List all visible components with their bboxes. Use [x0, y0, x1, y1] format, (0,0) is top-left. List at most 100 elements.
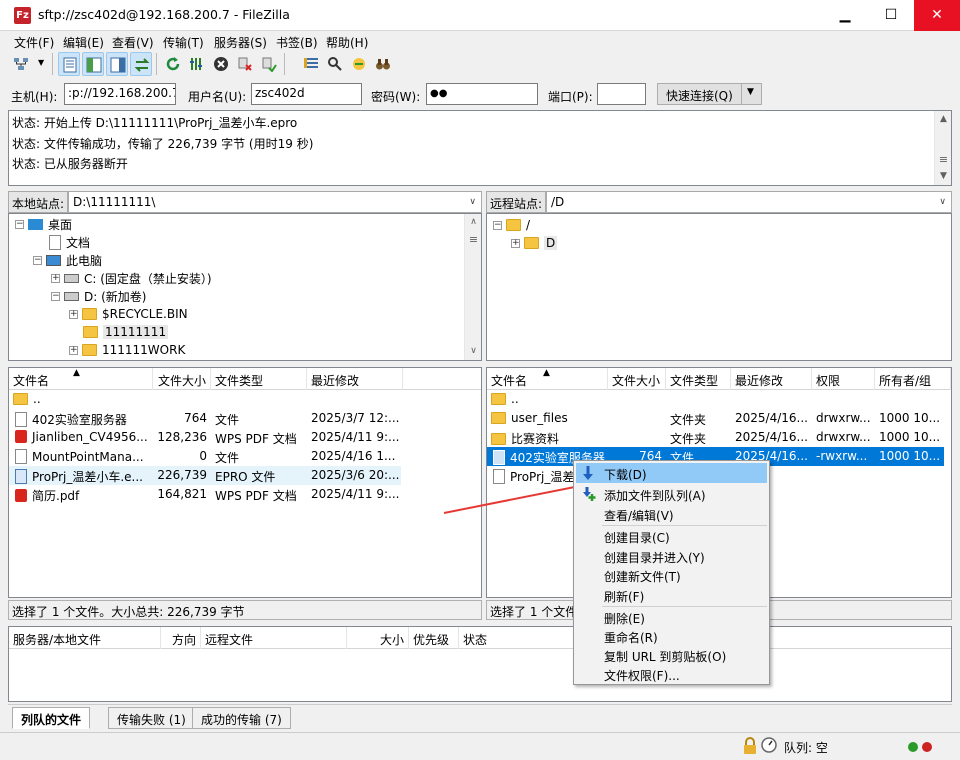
scroll-thumb[interactable]: ≡: [465, 231, 481, 248]
column-header-status[interactable]: 状态: [459, 627, 579, 649]
menu-item-download[interactable]: 下载(D): [576, 463, 767, 483]
menu-item-view-edit[interactable]: 查看/编辑(V): [576, 504, 767, 524]
menu-item-create-new-file[interactable]: 创建新文件(T): [576, 565, 767, 585]
tree-item-11111111[interactable]: 11111111: [83, 323, 169, 341]
menu-help[interactable]: 帮助(H): [326, 34, 368, 51]
process-queue-icon: [190, 58, 202, 70]
column-header-remote-file[interactable]: 远程文件: [201, 627, 347, 649]
menu-item-rename[interactable]: 重命名(R): [576, 626, 767, 646]
tree-item-drive-d[interactable]: − D: (新加卷): [51, 287, 146, 305]
tree-item-root[interactable]: − /: [493, 216, 530, 234]
collapse-icon[interactable]: −: [493, 220, 502, 230]
column-header-filetype[interactable]: 文件类型: [211, 368, 307, 390]
file-row[interactable]: 比赛资料 文件夹 2025/4/16... drwxrw... 1000 10.…: [487, 428, 951, 447]
tab-successful-transfers[interactable]: 成功的传输 (7): [192, 707, 291, 729]
file-row[interactable]: Jianliben_CV4956... 128,236 WPS PDF 文档 2…: [9, 428, 399, 447]
reconnect-button[interactable]: [258, 52, 280, 76]
speed-limit-icon[interactable]: [761, 737, 777, 753]
tree-item-desktop[interactable]: − 桌面: [15, 215, 72, 233]
menu-transfer[interactable]: 传输(T): [163, 34, 204, 51]
remote-site-path[interactable]: /D ∨: [546, 191, 952, 213]
cancel-operation-button[interactable]: [210, 52, 232, 76]
refresh-button[interactable]: [162, 52, 184, 76]
tab-failed-transfers[interactable]: 传输失败 (1): [108, 707, 195, 729]
tree-item-d[interactable]: + D: [511, 234, 558, 252]
file-row[interactable]: MountPointMana... 0 文件 2025/4/16 1...: [9, 447, 399, 466]
column-header-direction[interactable]: 方向: [161, 627, 201, 649]
toggle-transfer-queue-button[interactable]: [130, 52, 152, 76]
maximize-button[interactable]: ☐: [868, 0, 914, 31]
tree-item-this-pc[interactable]: − 此电脑: [33, 251, 102, 269]
password-field[interactable]: ●●: [426, 83, 538, 105]
file-row[interactable]: ..: [9, 390, 399, 409]
scroll-thumb[interactable]: ≡: [935, 151, 952, 168]
column-header-size[interactable]: 大小: [347, 627, 409, 649]
quickconnect-button[interactable]: 快速连接(Q): [657, 83, 742, 105]
port-field[interactable]: [597, 83, 646, 105]
search-remote-files-button[interactable]: [372, 52, 394, 76]
scroll-up-arrow-icon[interactable]: ∧: [465, 214, 481, 231]
tree-item-drive-c[interactable]: + C: (固定盘（禁止安装）): [51, 269, 212, 287]
column-header-filetype[interactable]: 文件类型: [666, 368, 731, 390]
directory-listing-filters-button[interactable]: [300, 52, 322, 76]
collapse-icon[interactable]: −: [51, 291, 60, 301]
menu-bookmarks[interactable]: 书签(B): [276, 34, 318, 51]
local-file-list-header: 文件名 ▲ 文件大小 文件类型 最近修改: [9, 368, 481, 390]
collapse-icon[interactable]: −: [33, 255, 42, 265]
expand-icon[interactable]: +: [511, 238, 520, 248]
disconnect-button[interactable]: [234, 52, 256, 76]
column-header-owner[interactable]: 所有者/组: [875, 368, 951, 390]
column-header-filesize[interactable]: 文件大小: [153, 368, 211, 390]
scroll-down-arrow-icon[interactable]: ▼: [935, 168, 952, 185]
column-header-permissions[interactable]: 权限: [812, 368, 875, 390]
menu-item-delete[interactable]: 删除(E): [576, 607, 767, 627]
column-header-filename[interactable]: 文件名 ▲: [487, 368, 608, 390]
menu-view[interactable]: 查看(V): [112, 34, 154, 51]
menu-item-refresh[interactable]: 刷新(F): [576, 585, 767, 605]
toggle-remote-tree-button[interactable]: [106, 52, 128, 76]
file-row[interactable]: user_files 文件夹 2025/4/16... drwxrw... 10…: [487, 409, 951, 428]
synchronized-browsing-button[interactable]: [348, 52, 370, 76]
quickconnect-history-dropdown[interactable]: ▼: [741, 83, 762, 105]
column-header-filesize[interactable]: 文件大小: [608, 368, 666, 390]
toggle-message-log-button[interactable]: [58, 52, 80, 76]
expand-icon[interactable]: +: [51, 273, 60, 283]
process-queue-button[interactable]: [186, 52, 208, 76]
column-header-modified[interactable]: 最近修改: [307, 368, 403, 390]
tab-queued-files[interactable]: 列队的文件: [12, 707, 91, 729]
local-site-path[interactable]: D:\11111111\ ∨: [68, 191, 482, 213]
site-manager-button[interactable]: ▼: [10, 52, 48, 76]
close-button[interactable]: ✕: [914, 0, 960, 31]
column-header-priority[interactable]: 优先级: [409, 627, 459, 649]
tree-item-documents[interactable]: 文档: [47, 233, 90, 251]
scroll-up-arrow-icon[interactable]: ▲: [935, 111, 952, 128]
menu-edit[interactable]: 编辑(E): [63, 34, 104, 51]
menu-file[interactable]: 文件(F): [14, 34, 54, 51]
expand-icon[interactable]: +: [69, 309, 78, 319]
file-row-selected[interactable]: ProPrj_温差小车.e... 226,739 EPRO 文件 2025/3/…: [9, 466, 401, 485]
minimize-button[interactable]: ▁: [822, 0, 868, 31]
file-row[interactable]: 402实验室服务器 764 文件 2025/3/7 12:...: [9, 409, 399, 428]
menu-server[interactable]: 服务器(S): [214, 34, 267, 51]
column-header-server-local-file[interactable]: 服务器/本地文件: [9, 627, 161, 649]
file-row[interactable]: ..: [487, 390, 951, 409]
username-field[interactable]: zsc402d: [251, 83, 362, 105]
menu-item-add-to-queue[interactable]: 添加文件到队列(A): [576, 484, 767, 504]
file-row[interactable]: 简历.pdf 164,821 WPS PDF 文档 2025/4/11 9:..…: [9, 485, 399, 504]
menu-item-create-directory[interactable]: 创建目录(C): [576, 526, 767, 546]
tree-item-recycle-bin[interactable]: + $RECYCLE.BIN: [69, 305, 188, 323]
message-log-scrollbar[interactable]: ▲ ≡ ▼: [934, 111, 951, 185]
tree-item-111111work[interactable]: +111111WORK: [69, 341, 185, 359]
menu-item-file-permissions[interactable]: 文件权限(F)...: [576, 664, 767, 684]
menu-item-create-directory-and-enter[interactable]: 创建目录并进入(Y): [576, 546, 767, 566]
toggle-local-tree-button[interactable]: [82, 52, 104, 76]
scroll-down-arrow-icon[interactable]: ∨: [465, 343, 481, 360]
expand-icon[interactable]: +: [69, 345, 78, 355]
column-header-filename[interactable]: 文件名 ▲: [9, 368, 153, 390]
column-header-modified[interactable]: 最近修改: [731, 368, 812, 390]
menu-item-copy-url[interactable]: 复制 URL 到剪贴板(O): [576, 645, 767, 665]
collapse-icon[interactable]: −: [15, 219, 24, 229]
host-field[interactable]: :p://192.168.200.7: [64, 83, 176, 105]
local-tree-scrollbar[interactable]: ∧ ≡ ∨: [464, 214, 481, 360]
compare-directories-button[interactable]: [324, 52, 346, 76]
